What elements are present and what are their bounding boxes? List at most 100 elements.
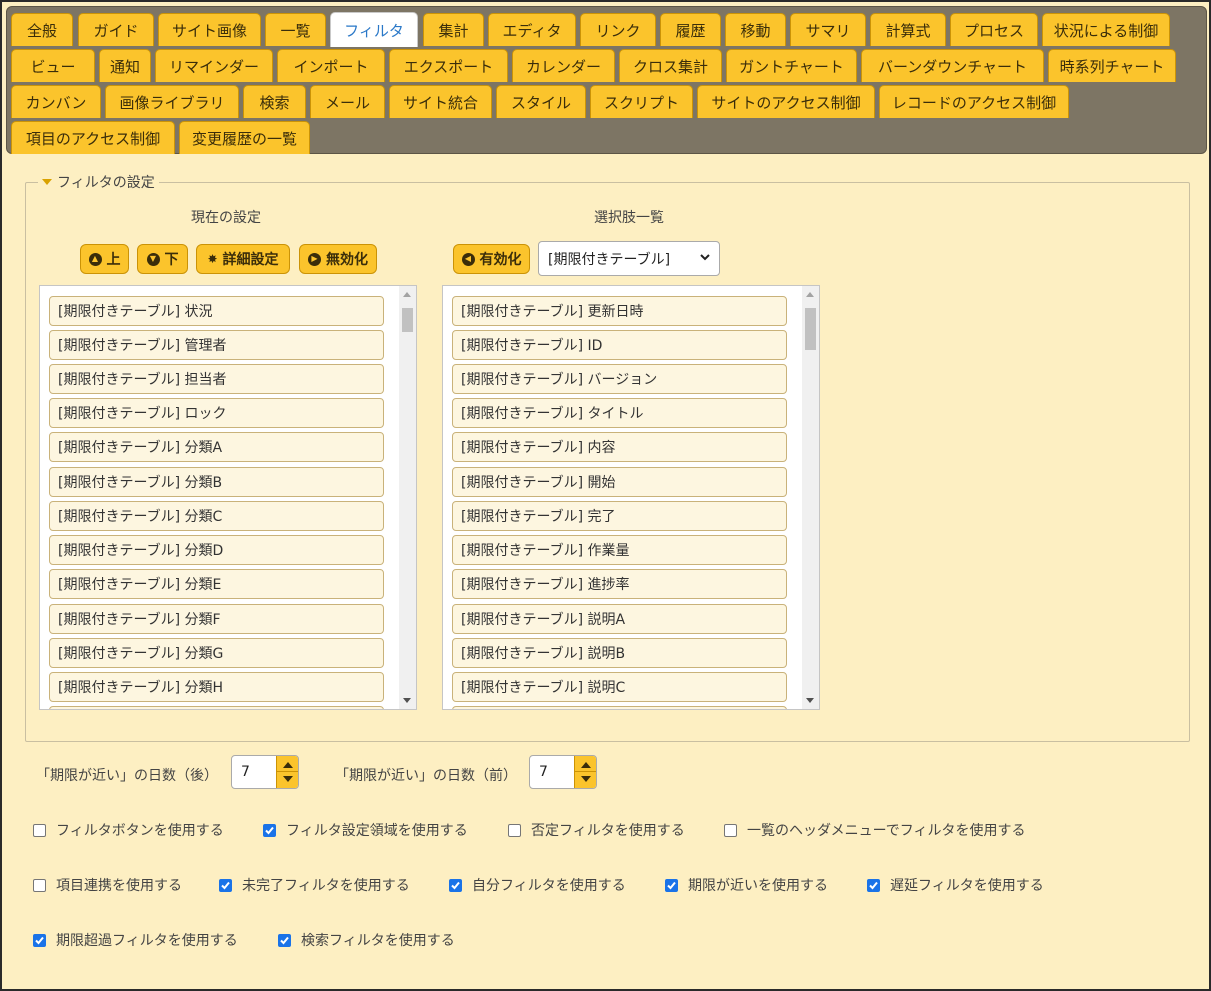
- tab-gantt-chart[interactable]: ガントチャート: [726, 49, 857, 82]
- checkbox-checked[interactable]: [449, 878, 462, 892]
- use-negative-filter-checkbox[interactable]: 否定フィルタを使用する: [508, 820, 685, 840]
- tab-summary[interactable]: サマリ: [790, 13, 866, 46]
- detail-settings-button[interactable]: ✸ 詳細設定: [196, 244, 290, 274]
- list-item[interactable]: [期限付きテーブル] 分類G: [49, 638, 384, 668]
- scrollbar-thumb[interactable]: [805, 308, 816, 350]
- near-deadline-before-input[interactable]: 7: [529, 755, 597, 789]
- tab-crosstab[interactable]: クロス集計: [619, 49, 722, 82]
- move-down-button[interactable]: ▼ 下: [137, 244, 188, 274]
- tab-status-control[interactable]: 状況による制御: [1042, 13, 1170, 46]
- list-item[interactable]: [期限付きテーブル] 分類C: [49, 501, 384, 531]
- tab-filter[interactable]: フィルタ: [330, 12, 418, 47]
- checkbox[interactable]: [724, 823, 737, 837]
- tab-process[interactable]: プロセス: [950, 13, 1038, 46]
- options-list-scrollbar[interactable]: [802, 286, 819, 709]
- near-deadline-after-input[interactable]: 7: [231, 755, 299, 789]
- scroll-down-arrow-icon[interactable]: [403, 698, 411, 703]
- list-item[interactable]: [期限付きテーブル] バージョン: [452, 364, 787, 394]
- checkbox-checked[interactable]: [33, 933, 46, 947]
- use-incomplete-filter-checkbox[interactable]: 未完了フィルタを使用する: [219, 875, 410, 895]
- tab-site-image[interactable]: サイト画像: [158, 13, 261, 46]
- checkbox-checked[interactable]: [219, 878, 232, 892]
- list-item[interactable]: [期限付きテーブル] 分類E: [49, 569, 384, 599]
- decrement-arrow-icon[interactable]: [283, 776, 293, 782]
- tab-guide[interactable]: ガイド: [78, 13, 154, 46]
- checkbox-checked[interactable]: [665, 878, 678, 892]
- increment-arrow-icon[interactable]: [581, 762, 591, 768]
- tab-search[interactable]: 検索: [243, 85, 306, 118]
- tab-calendar[interactable]: カレンダー: [512, 49, 615, 82]
- tab-history[interactable]: 履歴: [660, 13, 721, 46]
- list-item[interactable]: [452, 706, 787, 709]
- checkbox[interactable]: [33, 878, 46, 892]
- tab-link[interactable]: リンク: [580, 13, 656, 46]
- checkbox[interactable]: [33, 823, 46, 837]
- near-deadline-before-stepper[interactable]: [574, 756, 596, 788]
- use-delay-filter-checkbox[interactable]: 遅延フィルタを使用する: [867, 875, 1044, 895]
- disable-button[interactable]: ▶ 無効化: [299, 244, 377, 274]
- use-filter-area-checkbox[interactable]: フィルタ設定領域を使用する: [263, 820, 468, 840]
- list-item[interactable]: [期限付きテーブル] 分類H: [49, 672, 384, 702]
- checkbox[interactable]: [508, 823, 521, 837]
- list-item[interactable]: [期限付きテーブル] 更新日時: [452, 296, 787, 326]
- tab-style[interactable]: スタイル: [496, 85, 586, 118]
- list-item[interactable]: [期限付きテーブル] 管理者: [49, 330, 384, 360]
- tab-move[interactable]: 移動: [725, 13, 786, 46]
- list-item[interactable]: [49, 706, 384, 709]
- current-settings-list[interactable]: [期限付きテーブル] 状況 [期限付きテーブル] 管理者 [期限付きテーブル] …: [39, 285, 417, 710]
- tab-image-library[interactable]: 画像ライブラリ: [105, 85, 239, 118]
- use-header-menu-filter-checkbox[interactable]: 一覧のヘッダメニューでフィルタを使用する: [724, 820, 1025, 840]
- use-near-deadline-checkbox[interactable]: 期限が近いを使用する: [665, 875, 828, 895]
- tab-burndown-chart[interactable]: バーンダウンチャート: [861, 49, 1044, 82]
- use-column-link-checkbox[interactable]: 項目連携を使用する: [33, 875, 182, 895]
- tab-notification[interactable]: 通知: [99, 49, 151, 82]
- move-up-button[interactable]: ▲ 上: [80, 244, 129, 274]
- tab-record-access-control[interactable]: レコードのアクセス制御: [879, 85, 1069, 118]
- tab-import[interactable]: インポート: [277, 49, 385, 82]
- decrement-arrow-icon[interactable]: [581, 776, 591, 782]
- list-item[interactable]: [期限付きテーブル] 分類F: [49, 604, 384, 634]
- use-own-filter-checkbox[interactable]: 自分フィルタを使用する: [449, 875, 626, 895]
- near-deadline-after-stepper[interactable]: [276, 756, 298, 788]
- use-filter-button-checkbox[interactable]: フィルタボタンを使用する: [33, 820, 224, 840]
- tab-reminder[interactable]: リマインダー: [155, 49, 273, 82]
- options-list[interactable]: [期限付きテーブル] 更新日時 [期限付きテーブル] ID [期限付きテーブル]…: [442, 285, 820, 710]
- current-list-scrollbar[interactable]: [399, 286, 416, 709]
- checkbox-checked[interactable]: [867, 878, 880, 892]
- checkbox-checked[interactable]: [278, 933, 291, 947]
- tab-site-access-control[interactable]: サイトのアクセス制御: [697, 85, 875, 118]
- tab-general[interactable]: 全般: [11, 13, 73, 46]
- list-item[interactable]: [期限付きテーブル] 分類A: [49, 432, 384, 462]
- list-item[interactable]: [期限付きテーブル] 分類B: [49, 467, 384, 497]
- tab-view[interactable]: ビュー: [11, 49, 95, 82]
- tab-site-integration[interactable]: サイト統合: [389, 85, 492, 118]
- list-item[interactable]: [期限付きテーブル] タイトル: [452, 398, 787, 428]
- list-item[interactable]: [期限付きテーブル] 担当者: [49, 364, 384, 394]
- scroll-up-arrow-icon[interactable]: [403, 292, 411, 297]
- scroll-up-arrow-icon[interactable]: [806, 292, 814, 297]
- tab-script[interactable]: スクリプト: [590, 85, 693, 118]
- tab-export[interactable]: エクスポート: [389, 49, 508, 82]
- scroll-down-arrow-icon[interactable]: [806, 698, 814, 703]
- tab-timeseries-chart[interactable]: 時系列チャート: [1048, 49, 1176, 82]
- list-item[interactable]: [期限付きテーブル] 説明B: [452, 638, 787, 668]
- tab-change-history[interactable]: 変更履歴の一覧: [179, 121, 310, 154]
- list-item[interactable]: [期限付きテーブル] 説明A: [452, 604, 787, 634]
- tab-column-access-control[interactable]: 項目のアクセス制御: [11, 121, 175, 154]
- list-item[interactable]: [期限付きテーブル] 状況: [49, 296, 384, 326]
- list-item[interactable]: [期限付きテーブル] 内容: [452, 432, 787, 462]
- tab-kanban[interactable]: カンバン: [11, 85, 101, 118]
- table-select[interactable]: [期限付きテーブル]: [538, 241, 720, 276]
- use-overdue-filter-checkbox[interactable]: 期限超過フィルタを使用する: [33, 930, 238, 950]
- list-item[interactable]: [期限付きテーブル] 開始: [452, 467, 787, 497]
- list-item[interactable]: [期限付きテーブル] 分類D: [49, 535, 384, 565]
- use-search-filter-checkbox[interactable]: 検索フィルタを使用する: [278, 930, 455, 950]
- list-item[interactable]: [期限付きテーブル] 進捗率: [452, 569, 787, 599]
- increment-arrow-icon[interactable]: [283, 762, 293, 768]
- scrollbar-thumb[interactable]: [402, 308, 413, 332]
- list-item[interactable]: [期限付きテーブル] 説明C: [452, 672, 787, 702]
- list-item[interactable]: [期限付きテーブル] 完了: [452, 501, 787, 531]
- enable-button[interactable]: ◀ 有効化: [453, 244, 530, 274]
- tab-formula[interactable]: 計算式: [870, 13, 946, 46]
- filter-settings-legend[interactable]: フィルタの設定: [38, 172, 159, 192]
